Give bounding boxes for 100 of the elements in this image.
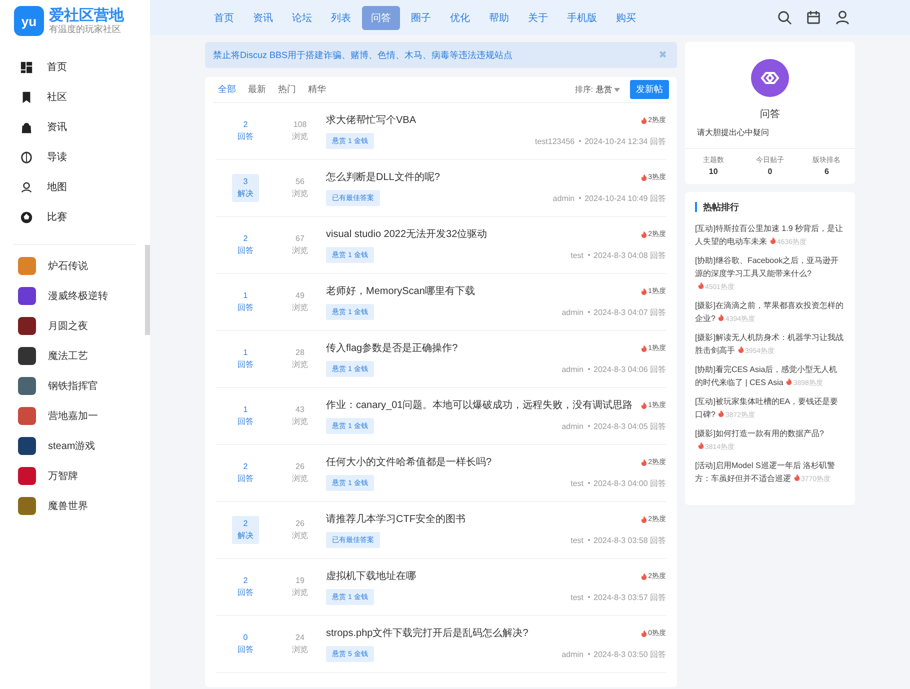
sidebar-item[interactable]: 漫威终极逆转 [48,289,108,303]
sidebar-item[interactable]: 社区 [47,90,67,104]
sidebar-item[interactable]: 钢铁指挥官 [48,379,98,393]
view-count: 26 浏览 [291,461,309,485]
thread-meta: test 2024-8-3 04:00 回答 [570,478,666,488]
game-icon[interactable] [18,317,36,335]
calendar-icon[interactable] [806,10,821,25]
logo-title: 爱社区营地 [49,8,124,24]
forum-icon [751,59,789,97]
nav-tab[interactable]: 购买 [608,6,644,28]
thread-title[interactable]: 请推荐几本学习CTF安全的图书 [326,512,466,526]
fire-icon [770,237,776,244]
user-icon[interactable] [835,10,850,25]
sidebar-item[interactable]: 月圆之夜 [48,319,88,333]
bookmark-icon[interactable] [20,90,33,104]
thread-title[interactable]: 作业：canary_01问题。本地可以爆破成功，远程失败，没有调试思路 [326,398,633,412]
thread-title[interactable]: 怎么判断是DLL文件的呢? [326,170,440,184]
thread-meta: admin 2024-8-3 04:06 回答 [562,364,666,374]
filter-tab[interactable]: 精华 [308,83,326,96]
view-count: 24 浏览 [291,632,309,656]
fire-icon [794,474,800,481]
section-title: 热帖排行 [695,202,845,212]
sidebar-item[interactable]: 导读 [47,150,67,164]
thread-title[interactable]: 老师好，MemoryScan哪里有下载 [326,284,475,298]
logo-subtitle: 有温度的玩家社区 [49,24,122,34]
game-icon[interactable] [18,347,36,365]
sidebar-item[interactable]: 地图 [47,180,67,194]
view-count: 67 浏览 [291,233,309,257]
view-count: 108 浏览 [291,119,309,143]
ball-icon[interactable] [20,210,33,224]
fire-icon [641,288,648,294]
caret-icon [614,88,620,92]
thread-title[interactable]: visual studio 2022无法开发32位驱动 [326,227,488,241]
book-icon[interactable] [20,150,33,164]
fire-icon [641,572,648,580]
reply-count: 2 回答 [236,575,254,599]
thread-meta: admin 2024-8-3 04:05 回答 [562,420,666,432]
nav-tab[interactable]: 首页 [206,6,242,28]
reply-count: 3 解决 [232,174,259,202]
thread-meta: admin 2024-8-3 03:50 回答 [562,648,666,660]
fire-icon [718,314,724,321]
sidebar-item[interactable]: 万智牌 [48,469,78,483]
game-icon[interactable] [18,287,36,305]
bag-icon[interactable] [20,120,33,134]
game-icon[interactable] [18,467,36,485]
forum-description: 请大胆提出心中疑问 [697,127,769,138]
thread-title[interactable]: 求大佬帮忙写个VBA [326,113,416,127]
fire-icon [641,230,648,238]
forum-name: 问答 [760,108,780,121]
sidebar-item[interactable]: steam游戏 [48,439,96,453]
sidebar-item[interactable]: 魔法工艺 [48,349,88,363]
thread-title[interactable]: strops.php文件下载完打开后是乱码怎么解决? [326,626,528,640]
sidebar-item[interactable]: 比赛 [47,210,67,224]
thread-title[interactable]: 任何大小的文件哈希值都是一样长吗? [326,455,492,469]
view-count: 28 浏览 [291,347,309,371]
reply-count: 1 回答 [236,404,254,428]
sort-dropdown[interactable]: 悬赏 [596,84,620,95]
view-count: 49 浏览 [291,290,309,314]
filter-tab[interactable]: 全部 [218,83,236,96]
sidebar-item[interactable]: 首页 [47,60,67,74]
reply-count: 0 回答 [236,632,254,656]
nav-tab[interactable]: 列表 [323,6,359,28]
sidebar-item[interactable]: 魔兽世界 [48,499,88,513]
view-count: 43 浏览 [291,404,309,428]
nav-tab[interactable]: 优化 [442,6,478,28]
nav-tab[interactable]: 资讯 [245,6,281,28]
stat-value: 10 [708,167,718,176]
grid-icon[interactable] [20,60,33,74]
nav-tab[interactable]: 手机版 [559,6,605,28]
thread-meta: test 2024-8-3 03:58 回答 [570,534,666,546]
filter-tab[interactable]: 最新 [248,83,266,96]
fire-icon [698,442,704,449]
thread-title[interactable]: 虚拟机下载地址在哪 [326,569,416,583]
search-icon[interactable] [777,10,792,25]
thread-meta: test 2024-8-3 04:08 回答 [570,250,666,260]
nav-tab[interactable]: 帮助 [481,6,517,28]
game-icon[interactable] [18,437,36,455]
thread-title[interactable]: 传入flag参数是否是正确操作? [326,341,458,355]
sidebar-item[interactable]: 炉石传说 [48,259,88,273]
thread-meta: admin 2024-8-3 04:07 回答 [562,306,666,318]
filter-tab[interactable]: 热门 [278,83,296,96]
fire-icon [641,116,648,124]
fire-icon [738,346,744,353]
reply-count: 2 回答 [236,119,254,143]
reply-count: 1 回答 [236,347,254,371]
sidebar-item[interactable]: 营地嘉加一 [48,409,98,423]
stat-value: 6 [824,167,829,176]
fire-icon [641,630,648,636]
nav-tab[interactable]: 关于 [520,6,556,28]
nav-tab[interactable]: 圈子 [403,6,439,28]
sidebar-item[interactable]: 资讯 [47,120,67,134]
stat-value: 0 [768,167,772,176]
fire-icon [641,344,648,352]
view-count: 19 浏览 [291,575,309,599]
nav-tab[interactable]: 论坛 [284,6,320,28]
fire-icon [641,174,648,180]
scrollbar[interactable] [145,245,150,335]
reply-count: 1 回答 [236,290,254,314]
game-icon[interactable] [18,377,36,395]
new-post-button[interactable]: 发新帖 [630,80,669,99]
